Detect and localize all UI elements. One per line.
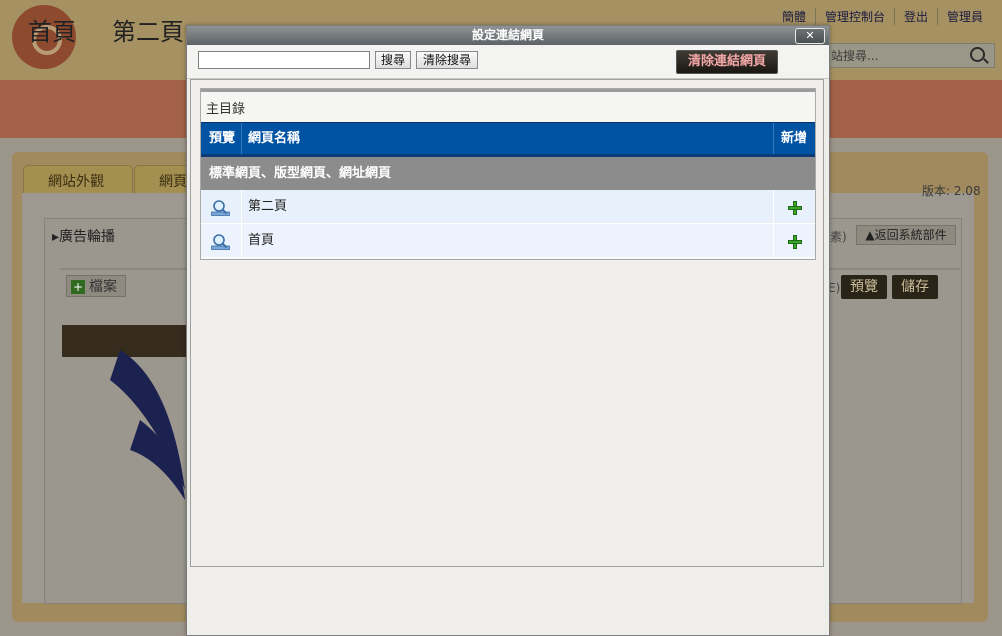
nav-item-home[interactable]: 首頁	[28, 12, 76, 47]
dialog-footer	[190, 567, 824, 635]
bracket-text: 素)	[830, 230, 847, 244]
dialog-toolbar: 搜尋 清除搜尋 清除連結網頁	[187, 45, 829, 79]
page-name[interactable]: 首頁	[248, 224, 274, 258]
table-header: 預覽 網頁名稱 新增	[201, 122, 815, 157]
cell-divider	[241, 224, 242, 257]
column-add: 新增	[781, 131, 808, 146]
table-row: 第二頁	[201, 190, 815, 224]
column-preview: 預覽	[209, 131, 236, 146]
site-search-input[interactable]: 站搜尋...	[820, 43, 995, 68]
search-button[interactable]: 搜尋	[375, 51, 411, 69]
column-divider	[241, 123, 242, 154]
table-row: 首頁	[201, 224, 815, 258]
plus-icon: +	[71, 280, 85, 294]
dialog-content: 主目錄 預覽 網頁名稱 新增 標準網頁、版型網頁、網址網頁 第二頁 首頁	[190, 79, 824, 567]
column-divider	[773, 123, 774, 154]
tree-top-border	[201, 89, 815, 92]
page-tree: 主目錄 預覽 網頁名稱 新增 標準網頁、版型網頁、網址網頁 第二頁 首頁	[200, 88, 816, 260]
plus-icon[interactable]	[788, 235, 802, 249]
close-icon[interactable]: ✕	[795, 28, 825, 44]
magnifier-icon[interactable]	[211, 233, 230, 250]
nav-item-second-page[interactable]: 第二頁	[112, 12, 184, 47]
tab-site-appearance[interactable]: 網站外觀	[23, 165, 133, 195]
top-link-admin[interactable]: 管理員	[936, 8, 992, 25]
search-input[interactable]	[198, 51, 370, 69]
clear-search-button[interactable]: 清除搜尋	[416, 51, 478, 69]
root-directory-label[interactable]: 主目錄	[206, 98, 245, 117]
clear-link-button[interactable]: 清除連結網頁	[676, 50, 778, 74]
version-label: 版本: 2.08	[922, 184, 981, 198]
banner-decoration	[110, 350, 185, 500]
top-links: 簡體 管理控制台 登出 管理員	[773, 8, 992, 25]
cell-divider	[773, 224, 774, 257]
magnifier-icon[interactable]	[211, 199, 230, 216]
preview-button[interactable]: 預覽	[841, 275, 887, 299]
component-title: ▸廣告輪播	[52, 229, 116, 245]
cell-divider	[773, 190, 774, 223]
page-name[interactable]: 第二頁	[248, 190, 287, 224]
top-link-simplified[interactable]: 簡體	[773, 8, 815, 25]
cell-divider	[241, 190, 242, 223]
top-link-logout[interactable]: 登出	[893, 8, 937, 25]
top-link-console[interactable]: 管理控制台	[814, 8, 894, 25]
file-button[interactable]: + 檔案	[66, 275, 126, 297]
link-page-dialog: 設定連結網頁 ✕ 搜尋 清除搜尋 清除連結網頁 主目錄 預覽 網頁名稱 新增 標…	[186, 25, 830, 636]
search-icon[interactable]	[970, 47, 985, 62]
plus-icon[interactable]	[788, 201, 802, 215]
tab-pages[interactable]: 網頁	[134, 165, 194, 195]
back-to-components-button[interactable]: ▲返回系統部件	[856, 225, 956, 245]
save-button[interactable]: 儲存	[892, 275, 938, 299]
dialog-title: 設定連結網頁	[187, 26, 829, 45]
group-header: 標準網頁、版型網頁、網址網頁	[201, 157, 815, 190]
column-page-name: 網頁名稱	[248, 131, 301, 146]
